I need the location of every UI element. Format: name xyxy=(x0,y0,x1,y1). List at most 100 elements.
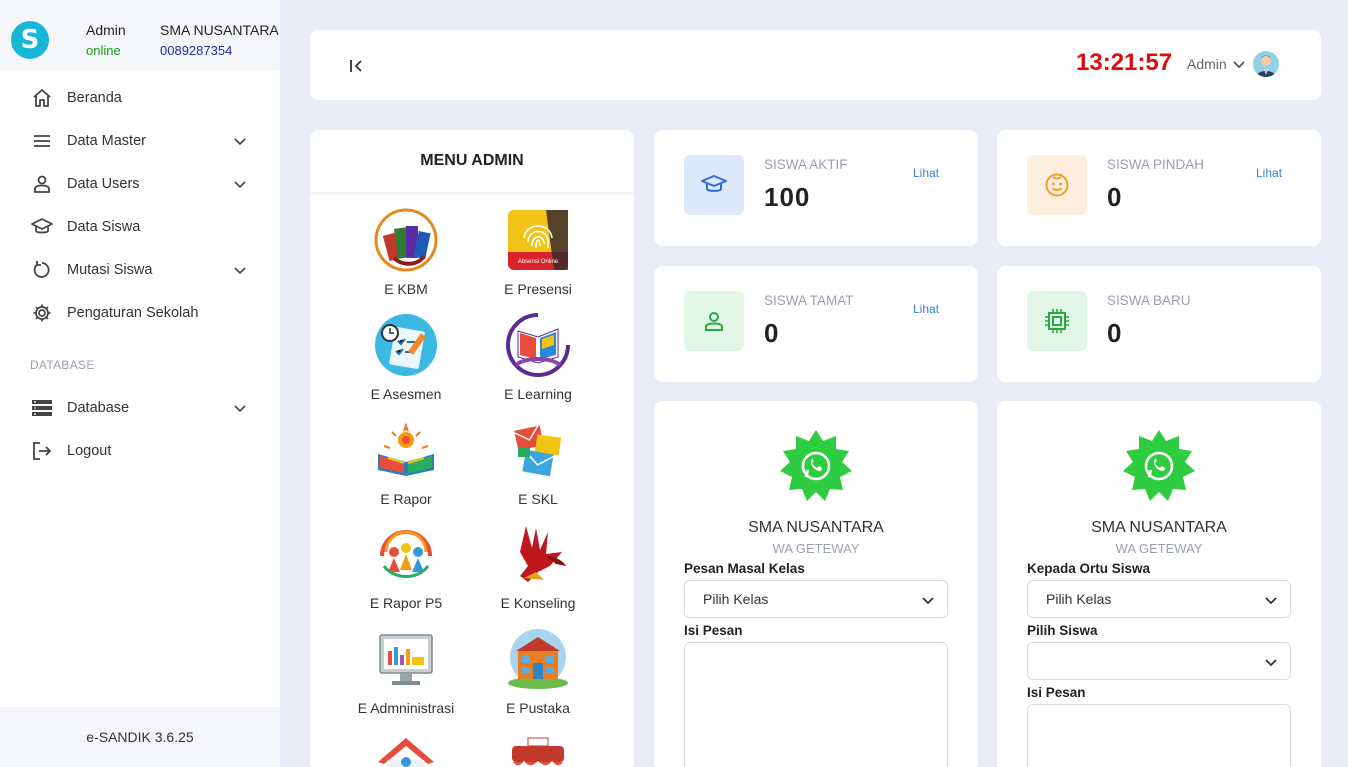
app-label: E Pustaka xyxy=(506,700,570,716)
menu-lines-icon xyxy=(31,130,53,152)
server-icon xyxy=(31,397,53,419)
app-e-asesmen[interactable]: E Asesmen xyxy=(336,313,476,402)
home-icon xyxy=(31,87,53,109)
app-e-presensi[interactable]: Absensi Online E Presensi xyxy=(468,208,608,297)
app-label: E Rapor xyxy=(380,491,432,507)
sidebar-item-mutasi-siswa[interactable]: Mutasi Siswa xyxy=(0,253,280,287)
school-npsn: 0089287354 xyxy=(160,43,233,58)
app-partial-house[interactable] xyxy=(336,732,476,767)
people-circle-icon xyxy=(380,530,432,578)
stat-link-lihat[interactable]: Lihat xyxy=(1256,166,1282,180)
stat-title: SISWA TAMAT xyxy=(764,293,854,308)
select-value: Pilih Kelas xyxy=(703,591,769,607)
sidebar-item-label: Database xyxy=(67,400,130,416)
avatar[interactable] xyxy=(1253,51,1279,77)
field-label-isi-pesan: Isi Pesan xyxy=(1027,685,1086,700)
app-logo: S xyxy=(11,21,49,59)
sidebar-item-label: Data Master xyxy=(67,133,146,149)
stat-icon-box xyxy=(1027,155,1087,215)
app-label: E Asesmen xyxy=(370,386,442,402)
wa-gateway-card-kelas: SMA NUSANTARA WA GETEWAY Pesan Masal Kel… xyxy=(654,401,978,767)
stat-value: 0 xyxy=(1107,182,1123,212)
wa-card-title: SMA NUSANTARA xyxy=(748,519,884,536)
chevron-down-icon xyxy=(234,138,246,146)
app-e-admninistrasi[interactable]: E Admninistrasi xyxy=(336,627,476,716)
sidebar-item-data-master[interactable]: Data Master xyxy=(0,124,280,158)
user-icon xyxy=(705,312,723,331)
topbar: 13:21:57 Admin xyxy=(310,30,1321,100)
wa-card-subtitle: WA GETEWAY xyxy=(772,541,860,556)
stat-value: 0 xyxy=(1107,318,1123,348)
sidebar-header: S Admin online SMA NUSANTARA 0089287354 xyxy=(0,0,280,70)
fingerprint-icon: Absensi Online xyxy=(508,210,568,270)
collapse-sidebar-icon[interactable] xyxy=(348,57,366,75)
stat-link-lihat[interactable]: Lihat xyxy=(913,302,939,316)
sidebar-item-data-siswa[interactable]: Data Siswa xyxy=(0,210,280,244)
field-label-kepada-ortu-siswa: Kepada Ortu Siswa xyxy=(1027,561,1151,576)
app-label: E KBM xyxy=(384,281,428,297)
whatsapp-badge-icon xyxy=(780,430,852,501)
stat-siswa-baru: SISWA BARU 0 xyxy=(997,266,1321,382)
sidebar-item-pengaturan-sekolah[interactable]: Pengaturan Sekolah xyxy=(0,296,280,330)
stat-icon-box xyxy=(684,291,744,351)
app-partial-shop[interactable] xyxy=(468,732,608,767)
select-value: Pilih Kelas xyxy=(1046,591,1112,607)
select-siswa[interactable] xyxy=(1027,642,1291,680)
select-kelas[interactable]: Pilih Kelas xyxy=(684,580,948,618)
clock: 13:21:57 xyxy=(1076,49,1173,76)
stat-value: 0 xyxy=(764,318,780,348)
app-e-rapor[interactable]: E Rapor xyxy=(336,418,476,507)
stat-title: SISWA PINDAH xyxy=(1107,157,1205,172)
stat-title: SISWA BARU xyxy=(1107,293,1191,308)
envelopes-icon xyxy=(514,423,562,477)
wa-card-title: SMA NUSANTARA xyxy=(1091,519,1227,536)
whatsapp-badge-icon xyxy=(1123,430,1195,501)
user-status: online xyxy=(86,43,121,58)
sidebar-item-label: Data Siswa xyxy=(67,219,141,235)
house-icon xyxy=(378,738,434,767)
section-label-database: DATABASE xyxy=(30,358,95,372)
sidebar-item-label: Pengaturan Sekolah xyxy=(67,305,199,321)
chip-icon xyxy=(1045,309,1069,333)
graduation-cap-icon xyxy=(31,216,53,238)
menu-admin-card: MENU ADMIN E KBM Absensi Online E Presen xyxy=(310,130,634,767)
gear-icon xyxy=(31,302,53,324)
stat-value: 100 xyxy=(764,182,811,212)
checklist-icon xyxy=(375,314,437,376)
select-kelas[interactable]: Pilih Kelas xyxy=(1027,580,1291,618)
chevron-down-icon xyxy=(1265,597,1277,605)
textarea-isi-pesan[interactable] xyxy=(684,642,948,767)
textarea-isi-pesan[interactable] xyxy=(1027,704,1291,767)
app-e-skl[interactable]: E SKL xyxy=(468,418,608,507)
sidebar-item-data-users[interactable]: Data Users xyxy=(0,167,280,201)
app-e-konseling[interactable]: E Konseling xyxy=(468,522,608,611)
app-label: E SKL xyxy=(518,491,558,507)
menu-admin-title: MENU ADMIN xyxy=(310,130,634,192)
chevron-down-icon xyxy=(1265,659,1277,667)
stat-siswa-pindah: SISWA PINDAH 0 Lihat xyxy=(997,130,1321,246)
sidebar: S Admin online SMA NUSANTARA 0089287354 … xyxy=(0,0,280,767)
app-label: E Presensi xyxy=(504,281,572,297)
wa-gateway-card-ortu: SMA NUSANTARA WA GETEWAY Kepada Ortu Sis… xyxy=(997,401,1321,767)
sidebar-item-label: Beranda xyxy=(67,90,122,106)
stat-link-lihat[interactable]: Lihat xyxy=(913,166,939,180)
app-e-kbm[interactable]: E KBM xyxy=(336,208,476,297)
user-dropdown[interactable]: Admin xyxy=(1187,56,1245,72)
stat-icon-box xyxy=(1027,291,1087,351)
app-e-pustaka[interactable]: E Pustaka xyxy=(468,627,608,716)
sidebar-item-database[interactable]: Database xyxy=(0,391,280,425)
stat-icon-box xyxy=(684,155,744,215)
app-label: E Konseling xyxy=(500,595,576,611)
app-e-rapor-p5[interactable]: E Rapor P5 xyxy=(336,522,476,611)
sidebar-item-logout[interactable]: Logout xyxy=(0,434,280,468)
chevron-down-icon xyxy=(234,405,246,413)
sidebar-item-beranda[interactable]: Beranda xyxy=(0,81,280,115)
hand-bird-icon xyxy=(520,526,566,582)
stat-siswa-aktif: SISWA AKTIF 100 Lihat xyxy=(654,130,978,246)
stat-siswa-tamat: SISWA TAMAT 0 Lihat xyxy=(654,266,978,382)
app-e-learning[interactable]: E Learning xyxy=(468,313,608,402)
field-label-pilih-siswa: Pilih Siswa xyxy=(1027,623,1098,638)
chevron-down-icon xyxy=(1233,61,1245,69)
sidebar-item-label: Logout xyxy=(67,443,112,459)
shop-icon xyxy=(511,737,565,767)
